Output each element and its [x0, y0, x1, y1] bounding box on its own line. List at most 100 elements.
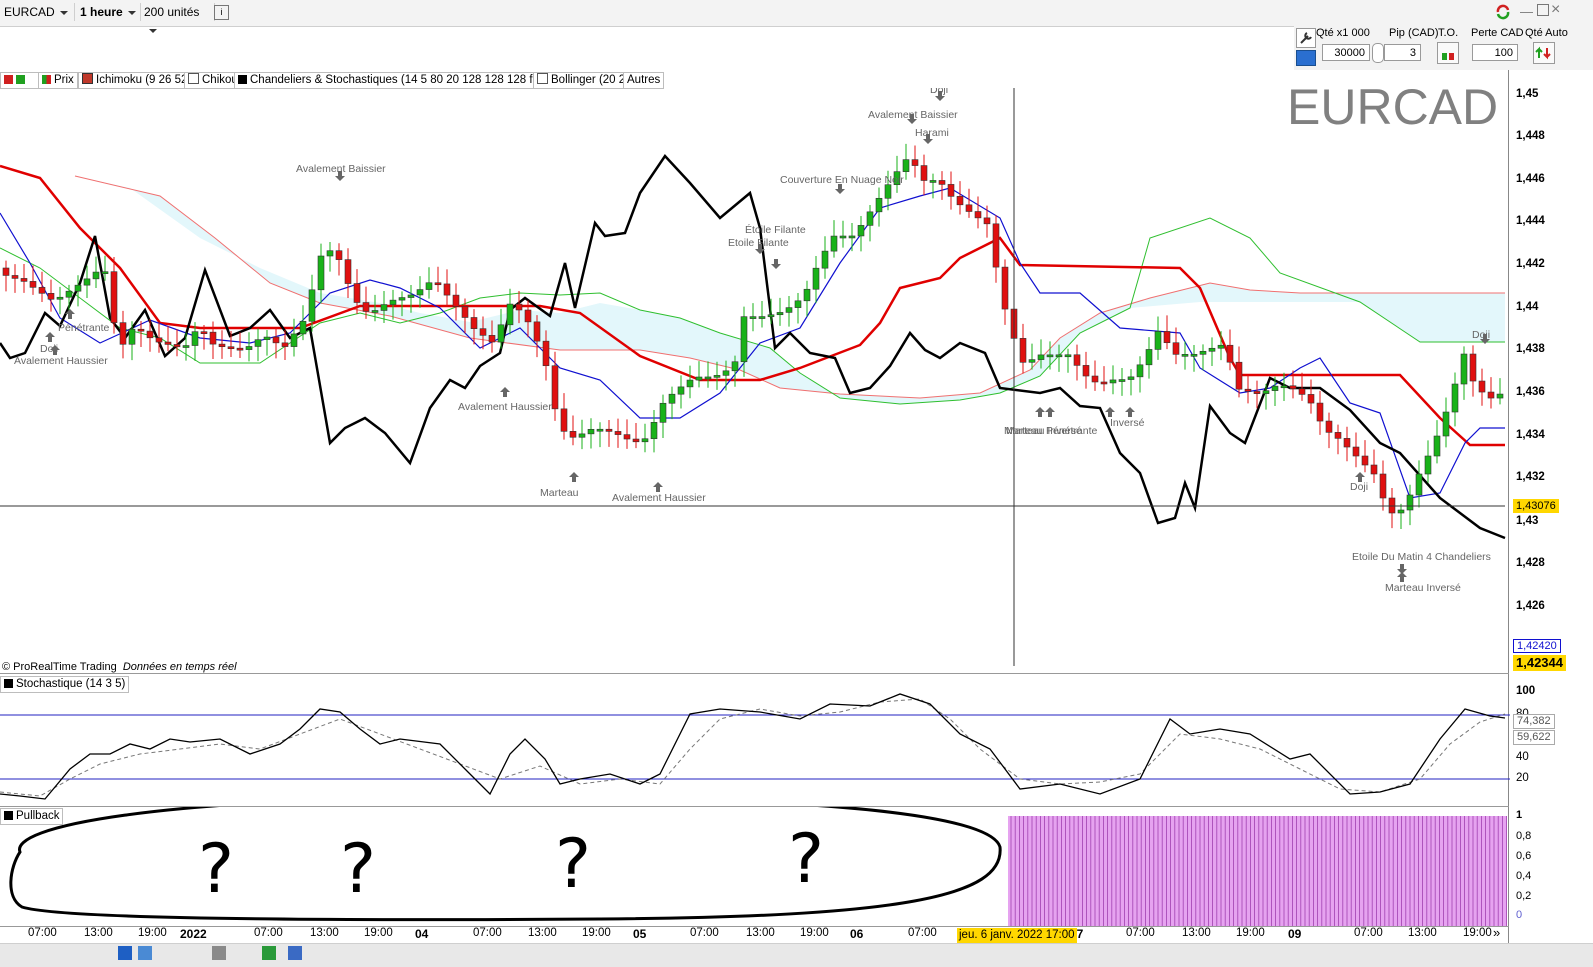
candle-body[interactable]	[1109, 379, 1117, 384]
candle-body[interactable]	[1199, 350, 1207, 355]
candle-body[interactable]	[344, 259, 352, 284]
candle-body[interactable]	[1136, 364, 1144, 378]
candle-body[interactable]	[371, 310, 379, 313]
candle-body[interactable]	[794, 300, 802, 308]
candle-body[interactable]	[713, 375, 721, 378]
candle-body[interactable]	[290, 333, 298, 347]
candle-body[interactable]	[119, 322, 127, 345]
candle-body[interactable]	[803, 288, 811, 302]
candle-body[interactable]	[1190, 354, 1198, 357]
candle-body[interactable]	[317, 255, 325, 291]
candle-body[interactable]	[47, 293, 55, 300]
candle-body[interactable]	[749, 316, 757, 319]
refresh-icon[interactable]	[1494, 3, 1512, 21]
candle-body[interactable]	[848, 235, 856, 239]
candle-body[interactable]	[488, 335, 496, 343]
price-chart[interactable]: Avalement BaissierAvalement HaussierDoji…	[0, 88, 1512, 666]
candle-body[interactable]	[497, 324, 505, 343]
candle-body[interactable]	[146, 330, 154, 339]
candle-body[interactable]	[65, 290, 73, 298]
candle-body[interactable]	[1001, 266, 1009, 310]
candle-body[interactable]	[542, 340, 550, 367]
candle-body[interactable]	[56, 296, 64, 300]
legend-others-button[interactable]: Autres	[623, 72, 665, 89]
candle-body[interactable]	[326, 250, 334, 257]
candle-body[interactable]	[1208, 347, 1216, 352]
candle-body[interactable]	[1163, 331, 1171, 344]
info-icon[interactable]: i	[214, 5, 229, 20]
candle-body[interactable]	[20, 278, 28, 282]
candle-body[interactable]	[1406, 494, 1414, 511]
candle-body[interactable]	[2, 267, 10, 276]
candle-body[interactable]	[236, 347, 244, 351]
qty-toggle-icon[interactable]	[1372, 43, 1384, 63]
candle-body[interactable]	[362, 302, 370, 312]
candle-body[interactable]	[1352, 446, 1360, 457]
candle-body[interactable]	[272, 336, 280, 344]
candle-body[interactable]	[1361, 455, 1369, 466]
candle-body[interactable]	[722, 370, 730, 376]
candle-body[interactable]	[299, 320, 307, 335]
candle-body[interactable]	[758, 316, 766, 319]
candle-body[interactable]	[1280, 385, 1288, 389]
candle-body[interactable]	[443, 283, 451, 296]
candle-body[interactable]	[380, 304, 388, 311]
candle-body[interactable]	[875, 197, 883, 213]
candle-body[interactable]	[956, 196, 964, 206]
candle-body[interactable]	[164, 341, 172, 345]
candle-body[interactable]	[596, 428, 604, 432]
candle-body[interactable]	[452, 294, 460, 307]
candle-body[interactable]	[173, 344, 181, 348]
candle-body[interactable]	[614, 431, 622, 435]
candle-body[interactable]	[785, 307, 793, 313]
candle-body[interactable]	[1055, 354, 1063, 358]
stochastic-chart[interactable]	[0, 674, 1512, 806]
candle-body[interactable]	[1253, 391, 1261, 394]
candle-body[interactable]	[947, 184, 955, 197]
candle-body[interactable]	[1181, 354, 1189, 357]
candle-body[interactable]	[1226, 344, 1234, 363]
candle-body[interactable]	[1397, 509, 1405, 514]
candle-body[interactable]	[1415, 473, 1423, 496]
timeframe-dropdown[interactable]: 1 heure	[76, 3, 141, 21]
candle-body[interactable]	[1028, 359, 1036, 363]
candle-body[interactable]	[1451, 383, 1459, 413]
candle-body[interactable]	[1145, 349, 1153, 366]
candle-body[interactable]	[1037, 354, 1045, 360]
candle-body[interactable]	[308, 289, 316, 322]
candle-body[interactable]	[1019, 338, 1027, 363]
scroll-right-icon[interactable]: »	[1493, 925, 1500, 940]
candle-body[interactable]	[1316, 402, 1324, 422]
candle-body[interactable]	[335, 250, 343, 260]
pip-input[interactable]: 3	[1384, 44, 1421, 61]
candle-body[interactable]	[461, 305, 469, 318]
candle-body[interactable]	[92, 271, 100, 280]
candle-body[interactable]	[704, 376, 712, 380]
candle-body[interactable]	[227, 346, 235, 350]
candle-body[interactable]	[983, 217, 991, 225]
candle-body[interactable]	[398, 297, 406, 301]
candle-body[interactable]	[1325, 420, 1333, 433]
candle-body[interactable]	[506, 303, 514, 326]
candle-body[interactable]	[1496, 393, 1504, 399]
candle-body[interactable]	[974, 211, 982, 219]
pullback-chart[interactable]: ????	[0, 807, 1512, 927]
candle-body[interactable]	[1469, 353, 1477, 382]
candle-body[interactable]	[767, 314, 775, 318]
candle-body[interactable]	[1118, 379, 1126, 382]
legend-candlestick-patterns[interactable]: Chandeliers & Stochastiques (14 5 80 20 …	[234, 72, 554, 89]
candle-body[interactable]	[677, 386, 685, 395]
candle-body[interactable]	[740, 316, 748, 363]
candle-body[interactable]	[650, 422, 658, 440]
candle-body[interactable]	[191, 331, 199, 346]
candle-body[interactable]	[1442, 411, 1450, 437]
candle-body[interactable]	[1073, 354, 1081, 366]
candle-body[interactable]	[515, 303, 523, 311]
candle-body[interactable]	[1091, 375, 1099, 383]
candle-body[interactable]	[1217, 344, 1225, 349]
legend-bollinger[interactable]: Bollinger (20 2)	[533, 72, 633, 89]
candle-body[interactable]	[1154, 331, 1162, 350]
expand-icon[interactable]	[16, 75, 25, 84]
candle-body[interactable]	[938, 180, 946, 185]
wrench-icon[interactable]	[1296, 28, 1316, 48]
